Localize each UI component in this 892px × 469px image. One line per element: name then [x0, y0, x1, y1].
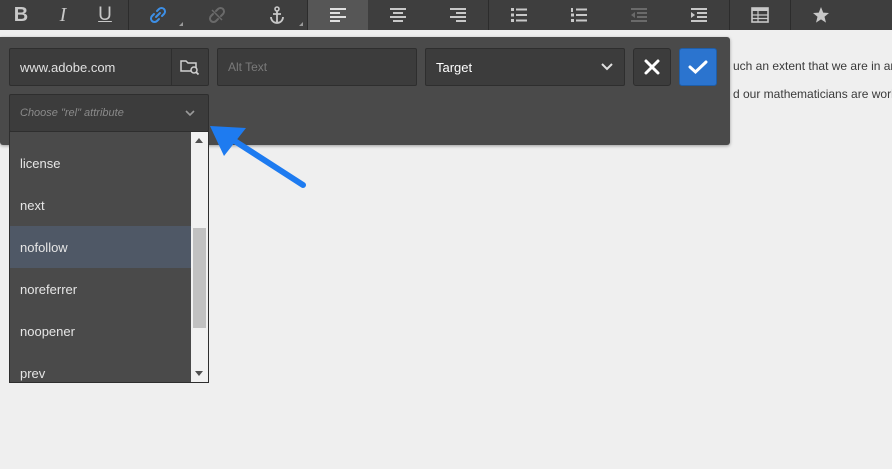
- document-text-line: d our mathematicians are worki: [733, 87, 892, 101]
- link-dialog: www.adobe.com Alt Text Target Choose "re…: [0, 37, 730, 145]
- anchor-icon: [270, 6, 284, 24]
- special-characters-button[interactable]: [791, 0, 851, 30]
- bold-button[interactable]: B: [0, 0, 42, 30]
- checkmark-icon: [688, 60, 708, 75]
- link-menu-indicator: [179, 22, 183, 26]
- annotation-arrow-icon: [210, 126, 306, 188]
- confirm-button[interactable]: [679, 48, 717, 86]
- rel-option-nofollow[interactable]: nofollow: [10, 226, 192, 268]
- target-select[interactable]: Target: [425, 48, 625, 86]
- rel-option-next[interactable]: next: [10, 184, 192, 226]
- rel-attribute-select[interactable]: Choose "rel" attribute: [9, 94, 209, 132]
- scrollbar-thumb[interactable]: [193, 228, 206, 328]
- scroll-down-arrow-icon[interactable]: [195, 371, 203, 376]
- unlink-button[interactable]: [187, 0, 247, 30]
- align-left-icon: [330, 8, 346, 22]
- align-right-icon: [450, 8, 466, 22]
- anchor-menu-indicator: [299, 22, 303, 26]
- align-center-button[interactable]: [368, 0, 428, 30]
- bullet-list-button[interactable]: [489, 0, 549, 30]
- table-button[interactable]: [730, 0, 790, 30]
- bullet-list-icon: [511, 8, 527, 22]
- document-text-line: uch an extent that we are in an: [733, 59, 892, 73]
- rel-options-dropdown[interactable]: license next nofollow noreferrer noopene…: [9, 131, 209, 383]
- italic-button[interactable]: I: [42, 0, 84, 30]
- italic-icon: I: [59, 3, 67, 26]
- align-left-button[interactable]: [308, 0, 368, 30]
- align-center-icon: [390, 8, 406, 22]
- link-icon: [149, 6, 167, 24]
- rel-option-noreferrer[interactable]: noreferrer: [10, 268, 192, 310]
- align-right-button[interactable]: [428, 0, 488, 30]
- outdent-button[interactable]: [609, 0, 669, 30]
- star-icon: [813, 7, 829, 23]
- chevron-down-icon: [185, 110, 195, 117]
- bold-icon: B: [13, 3, 29, 26]
- anchor-button[interactable]: [247, 0, 307, 30]
- link-button[interactable]: [129, 0, 187, 30]
- numbered-list-icon: [571, 8, 587, 22]
- rich-text-toolbar: B I U: [0, 0, 892, 30]
- table-icon: [751, 7, 769, 23]
- numbered-list-button[interactable]: [549, 0, 609, 30]
- underline-icon: U: [98, 4, 112, 25]
- url-input[interactable]: www.adobe.com: [9, 48, 172, 86]
- underline-button[interactable]: U: [84, 0, 126, 30]
- rel-option-prev[interactable]: prev: [10, 352, 192, 382]
- close-icon: [644, 59, 660, 75]
- browse-path-button[interactable]: [171, 48, 209, 86]
- rel-options-list: license next nofollow noreferrer noopene…: [10, 142, 192, 382]
- cancel-button[interactable]: [633, 48, 671, 86]
- outdent-icon: [631, 8, 647, 22]
- rel-placeholder: Choose "rel" attribute: [20, 107, 124, 119]
- indent-button[interactable]: [669, 0, 729, 30]
- url-value: www.adobe.com: [20, 59, 116, 75]
- indent-icon: [691, 8, 707, 22]
- rel-option-noopener[interactable]: noopener: [10, 310, 192, 352]
- chevron-down-icon: [601, 63, 613, 71]
- rel-option-license[interactable]: license: [10, 142, 192, 184]
- unlink-icon: [208, 6, 226, 24]
- target-label: Target: [436, 59, 473, 75]
- alt-text-input[interactable]: Alt Text: [217, 48, 417, 86]
- folder-search-icon: [180, 60, 200, 76]
- alt-text-placeholder: Alt Text: [228, 60, 268, 74]
